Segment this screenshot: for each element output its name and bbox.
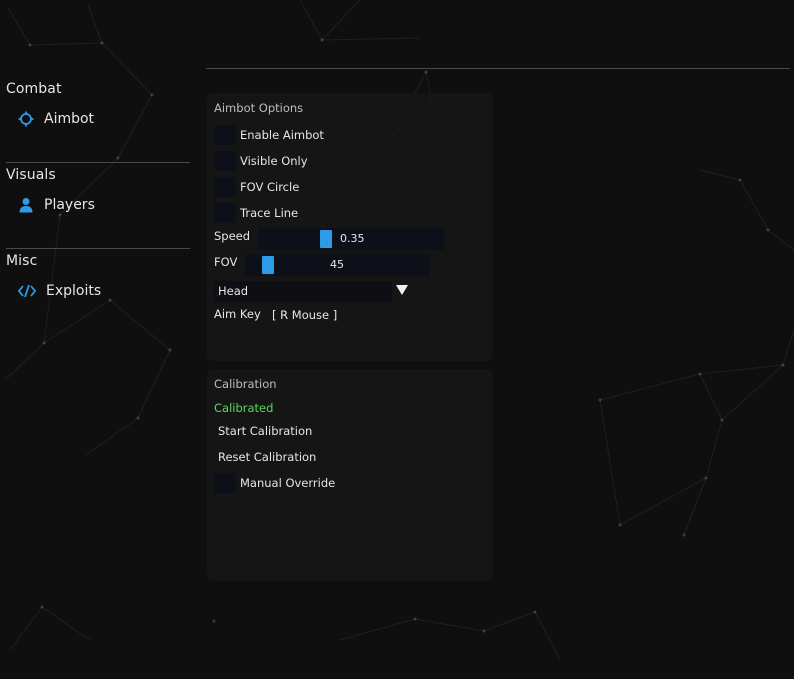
speed-label: Speed [214,229,251,243]
code-icon [18,284,36,298]
fov-circle-checkbox[interactable]: FOV Circle [214,177,299,197]
speed-slider-thumb[interactable] [320,230,332,248]
sidebar-item-exploits[interactable]: Exploits [18,280,101,302]
checkbox-label: Enable Aimbot [240,128,324,142]
header-divider [206,68,790,69]
sidebar-item-players[interactable]: Players [18,194,95,216]
checkbox-box[interactable] [214,125,236,145]
sidebar-item-label: Players [44,197,95,213]
user-icon [19,198,33,213]
aim-key-button[interactable]: [ R Mouse ] [268,308,341,322]
checkbox-box[interactable] [214,203,236,223]
chevron-down-icon[interactable] [396,285,408,295]
fov-label: FOV [214,255,238,269]
aim-key-label: Aim Key [214,307,261,321]
sidebar-item-label: Aimbot [44,111,95,127]
target-bone-dropdown[interactable]: Head [214,281,392,302]
category-combat: Combat [6,81,62,97]
calibration-status: Calibrated [214,401,274,415]
checkbox-box[interactable] [214,151,236,171]
speed-value: 0.35 [340,232,365,245]
checkbox-label: Trace Line [240,206,299,220]
category-misc: Misc [6,253,38,269]
visible-only-checkbox[interactable]: Visible Only [214,151,308,171]
checkbox-label: Manual Override [240,476,336,490]
section-title-calibration: Calibration [214,377,277,391]
sidebar-divider [6,248,190,249]
checkbox-box[interactable] [214,177,236,197]
category-visuals: Visuals [6,167,56,183]
fov-slider-thumb[interactable] [262,256,274,274]
checkbox-label: Visible Only [240,154,308,168]
sidebar-divider [6,162,190,163]
checkbox-box[interactable] [214,473,236,493]
reset-calibration-button[interactable]: Reset Calibration [214,447,368,467]
section-title-aimbot: Aimbot Options [214,101,304,115]
sidebar-item-aimbot[interactable]: Aimbot [18,108,94,130]
dropdown-value: Head [218,284,249,298]
crosshair-icon [18,111,34,127]
enable-aimbot-checkbox[interactable]: Enable Aimbot [214,125,324,145]
manual-override-checkbox[interactable]: Manual Override [214,473,335,493]
fov-value: 45 [330,258,344,271]
start-calibration-button[interactable]: Start Calibration [214,421,368,441]
app-window: Combat Aimbot Visuals Players Misc Explo… [0,0,794,679]
checkbox-label: FOV Circle [240,180,300,194]
sidebar-item-label: Exploits [46,283,102,299]
trace-line-checkbox[interactable]: Trace Line [214,203,298,223]
